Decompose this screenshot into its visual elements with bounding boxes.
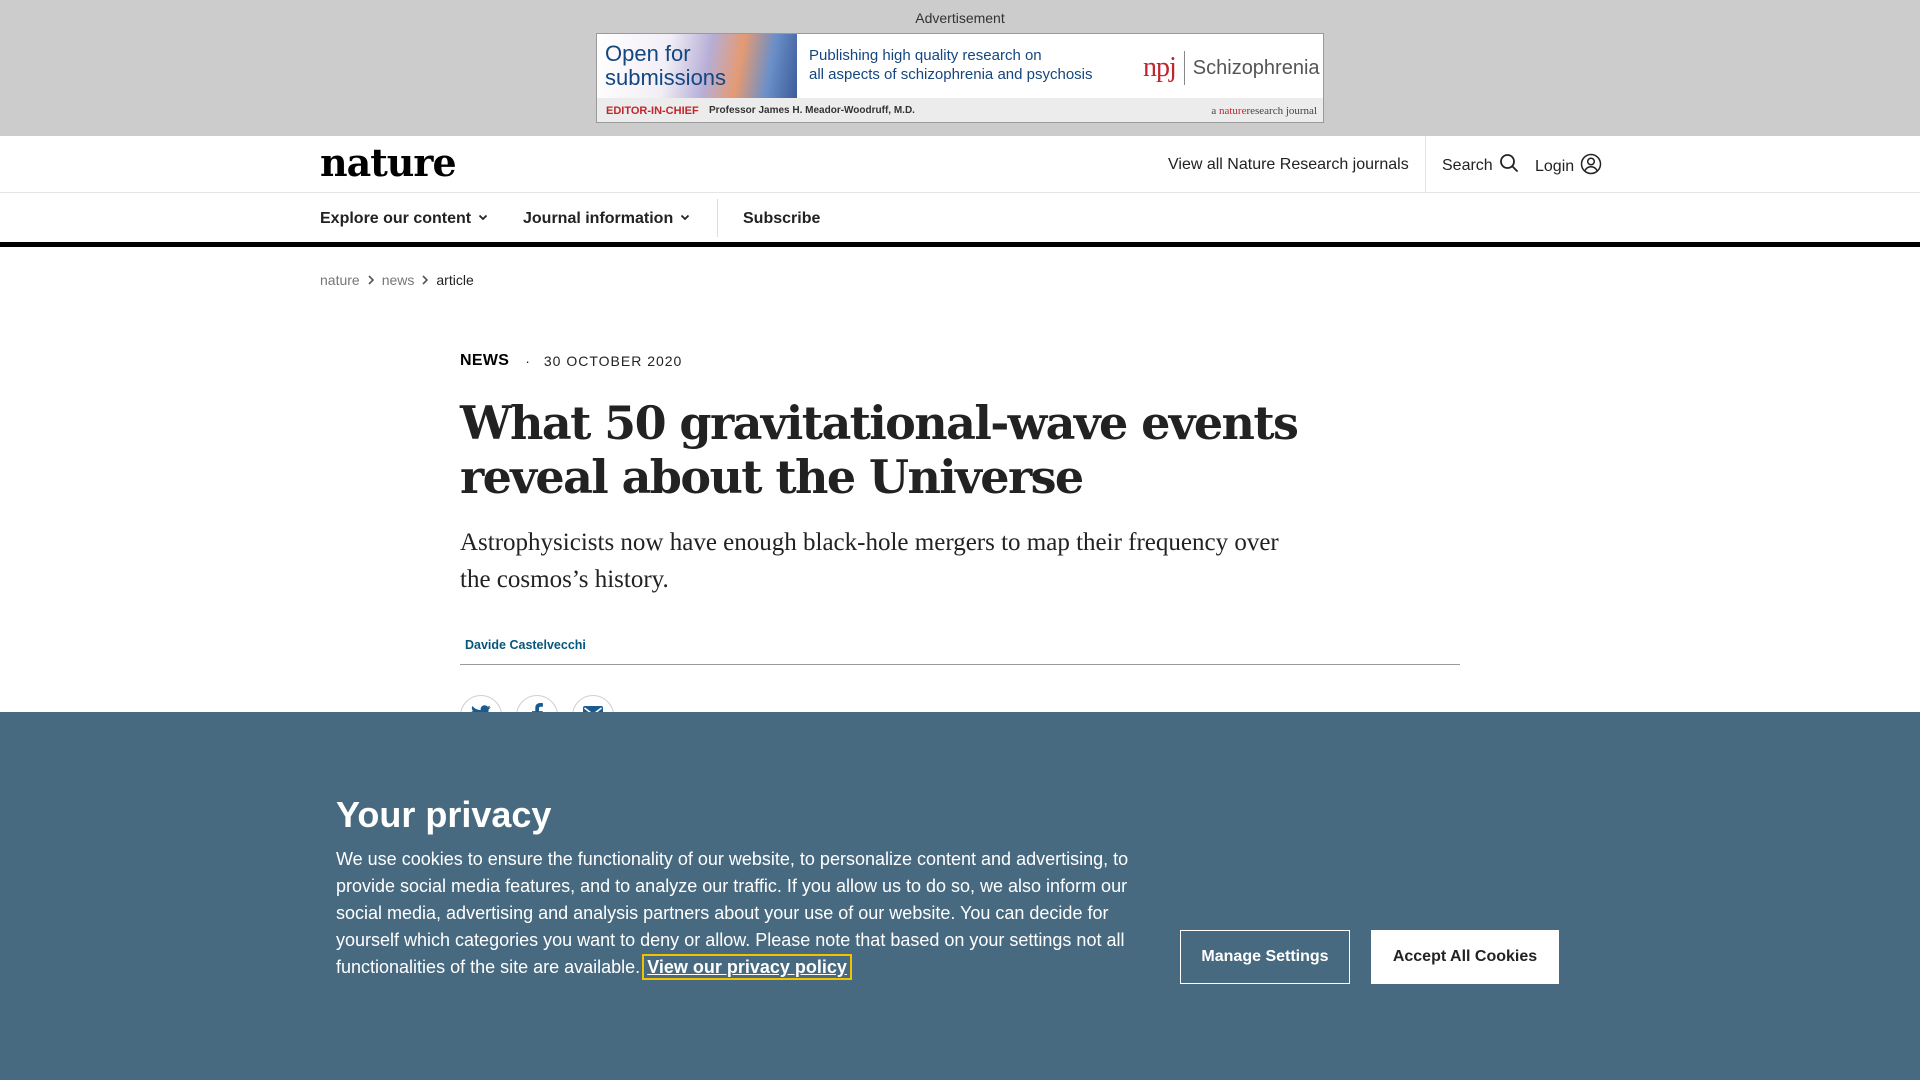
ad-logo-divider bbox=[1183, 51, 1185, 85]
article-title: What 50 gravitational-wave events reveal… bbox=[460, 396, 1299, 504]
chevron-right-icon bbox=[367, 274, 375, 286]
nav-divider bbox=[717, 199, 718, 237]
search-icon bbox=[1499, 153, 1519, 178]
ad-logo-npj: npj bbox=[1143, 52, 1177, 83]
login-label: Login bbox=[1535, 157, 1575, 175]
ad-journal-logo: npj Schizophrenia bbox=[1143, 48, 1320, 88]
search-label: Search bbox=[1442, 156, 1493, 174]
ad-journal-note-a: a bbox=[1211, 105, 1219, 117]
author-link[interactable]: Davide Castelvecchi bbox=[465, 638, 586, 652]
article-header: NEWS · 30 OCTOBER 2020 What 50 gravitati… bbox=[460, 350, 1460, 737]
cookie-title: Your privacy bbox=[336, 794, 552, 835]
ad-tagline: Publishing high quality research on all … bbox=[809, 46, 1093, 84]
chevron-down-icon bbox=[477, 210, 489, 228]
nav-explore-content[interactable]: Explore our content bbox=[320, 210, 489, 228]
view-all-journals-link[interactable]: View all Nature Research journals bbox=[1168, 156, 1409, 174]
nature-logo[interactable]: nature bbox=[320, 140, 457, 185]
ad-editor-name: Professor James H. Meador-Woodruff, M.D. bbox=[709, 105, 915, 116]
nav-journal-info-label: Journal information bbox=[523, 210, 674, 227]
advertisement-band: Advertisement Open for submissions Publi… bbox=[0, 0, 1920, 136]
article-meta: NEWS · 30 OCTOBER 2020 bbox=[460, 350, 1460, 372]
chevron-right-icon bbox=[421, 274, 429, 286]
advertisement-label: Advertisement bbox=[915, 10, 1005, 26]
ad-journal-note-b: research journal bbox=[1246, 105, 1317, 117]
privacy-policy-link[interactable]: View our privacy policy bbox=[642, 954, 852, 980]
cookie-consent-banner: Your privacy We use cookies to ensure th… bbox=[0, 712, 1920, 1080]
breadcrumb-nature[interactable]: nature bbox=[320, 272, 360, 288]
user-icon bbox=[1580, 153, 1602, 180]
ad-artwork: Open for submissions bbox=[597, 34, 797, 98]
chevron-down-icon bbox=[679, 210, 691, 228]
main-nav: Explore our content Journal information … bbox=[0, 193, 1920, 247]
header-divider bbox=[1425, 136, 1426, 193]
ad-footer-strip: EDITOR-IN-CHIEF Professor James H. Meado… bbox=[597, 98, 1323, 122]
ad-editor-tag: EDITOR-IN-CHIEF bbox=[606, 105, 699, 117]
breadcrumb-news[interactable]: news bbox=[382, 272, 415, 288]
article-type: NEWS bbox=[460, 352, 510, 369]
ad-journal-note: a natureresearch journal bbox=[1211, 105, 1317, 117]
author-list: Davide Castelvecchi bbox=[460, 636, 1460, 665]
nav-explore-label: Explore our content bbox=[320, 210, 472, 227]
ad-banner[interactable]: Open for submissions Publishing high qua… bbox=[596, 33, 1324, 123]
accept-all-cookies-button[interactable]: Accept All Cookies bbox=[1371, 930, 1559, 984]
manage-settings-button[interactable]: Manage Settings bbox=[1180, 930, 1350, 984]
ad-headline: Open for submissions bbox=[605, 41, 727, 90]
breadcrumb: nature news article bbox=[320, 272, 474, 288]
cookie-description: We use cookies to ensure the functionali… bbox=[336, 846, 1136, 981]
article-standfirst: Astrophysicists now have enough black-ho… bbox=[460, 529, 1279, 593]
breadcrumb-article: article bbox=[436, 272, 474, 288]
login-button[interactable]: Login bbox=[1535, 153, 1602, 180]
ad-tagline-line2: all aspects of schizophrenia and psychos… bbox=[809, 66, 1093, 83]
ad-tagline-line1: Publishing high quality research on bbox=[809, 47, 1042, 64]
ad-logo-name: Schizophrenia bbox=[1192, 56, 1320, 79]
nav-subscribe[interactable]: Subscribe bbox=[743, 210, 820, 228]
nav-subscribe-label: Subscribe bbox=[743, 210, 821, 227]
ad-journal-note-brand: nature bbox=[1218, 105, 1247, 117]
site-header: nature View all Nature Research journals… bbox=[0, 136, 1920, 193]
article-date: 30 OCTOBER 2020 bbox=[543, 353, 683, 369]
nav-journal-information[interactable]: Journal information bbox=[523, 210, 691, 228]
meta-separator: · bbox=[525, 353, 530, 369]
search-button[interactable]: Search bbox=[1442, 153, 1519, 178]
